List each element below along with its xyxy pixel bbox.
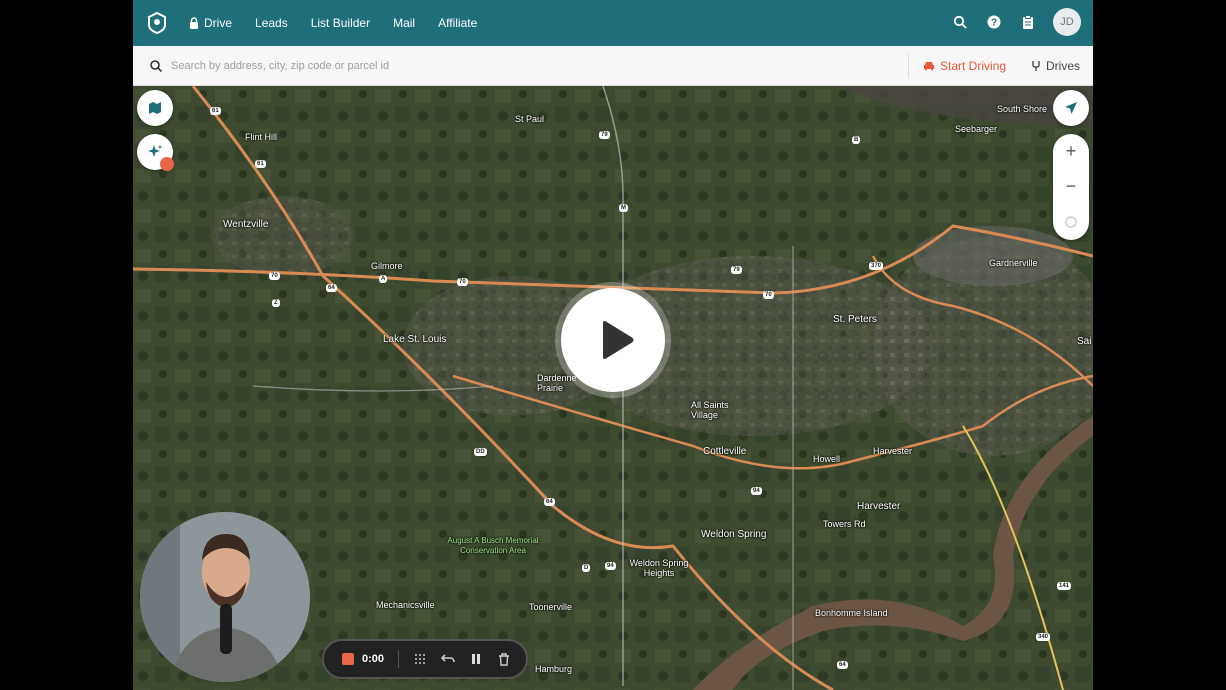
map-label: Towers Rd [823, 519, 866, 529]
zoom-controls: + − [1053, 134, 1089, 240]
nav-item-label: Drive [204, 16, 233, 30]
nav-item-label: Affiliate [438, 16, 478, 30]
trash-icon[interactable] [497, 652, 511, 666]
route-shield: 70 [269, 272, 280, 280]
map-label: Gilmore [371, 261, 403, 271]
map-label: St Paul [515, 114, 545, 124]
map-label: Howell [813, 454, 841, 464]
route-icon [1032, 61, 1040, 71]
undo-icon[interactable] [441, 652, 455, 666]
recording-toolbar: 0:00 [322, 639, 528, 679]
webcam-bubble [140, 512, 310, 682]
navigation-arrow-icon [1065, 102, 1077, 114]
play-video-button[interactable] [561, 288, 665, 392]
locate-me-button[interactable] [1053, 90, 1089, 126]
app-frame: Drive Leads List Builder Mail Affiliate … [133, 0, 1093, 690]
logo-icon[interactable] [145, 11, 169, 35]
map-layers-button[interactable] [137, 90, 173, 126]
route-shield: 64 [544, 498, 555, 506]
top-right-actions: ? JD [951, 8, 1081, 36]
route-shield: 94 [751, 487, 762, 495]
search-bar: Start Driving Drives [133, 46, 1093, 86]
route-shield: 70 [457, 278, 468, 286]
route-shield: 61 [255, 160, 266, 168]
grid-icon[interactable] [413, 652, 427, 666]
route-shield: 340 [1036, 633, 1051, 641]
map-label: All Saints Village [691, 400, 729, 420]
map-label: Gardnerville [989, 258, 1038, 268]
satellite-map[interactable]: + − St Paul South Shore Seebarger Flint … [133, 86, 1093, 690]
route-shield: 94 [605, 562, 616, 570]
help-icon[interactable]: ? [985, 13, 1003, 31]
nav-item-drive[interactable]: Drive [189, 16, 232, 30]
zoom-out-button[interactable]: − [1053, 169, 1089, 204]
nav-item-leads[interactable]: Leads [255, 16, 288, 30]
route-shield: 79 [599, 131, 610, 139]
search-icon[interactable] [951, 13, 969, 31]
map-label: Harvester [857, 501, 901, 512]
zoom-in-button[interactable]: + [1053, 134, 1089, 169]
car-icon [924, 62, 934, 71]
map-icon [149, 102, 161, 114]
divider [398, 650, 400, 668]
route-shield: 64 [326, 284, 337, 292]
locked-badge-icon [160, 157, 174, 171]
top-nav-bar: Drive Leads List Builder Mail Affiliate … [133, 0, 1093, 46]
recording-timer: 0:00 [362, 653, 385, 665]
sparkle-icon [148, 145, 162, 157]
play-icon [603, 321, 634, 359]
map-label: Flint Hill [245, 132, 278, 142]
map-label: Hamburg [535, 664, 573, 674]
map-label: Cottleville [703, 446, 747, 457]
presenter-video [140, 512, 310, 682]
map-label: August A Busch Memorial Conservation Are… [447, 536, 539, 555]
nav-item-label: Mail [393, 16, 416, 30]
route-shield: Z [272, 299, 280, 307]
map-label: Sai [1077, 336, 1092, 347]
compass-button[interactable] [1053, 204, 1089, 239]
start-driving-button[interactable]: Start Driving [923, 59, 1006, 73]
map-label: Mechanicsville [376, 600, 435, 610]
route-shield: DD [474, 448, 487, 456]
route-shield: B [852, 136, 861, 144]
map-label: St. Peters [833, 314, 877, 325]
map-label: Bonhomme Island [815, 608, 888, 618]
nav-item-list-builder[interactable]: List Builder [311, 16, 370, 30]
lock-icon [190, 17, 198, 29]
nav-item-mail[interactable]: Mail [393, 16, 415, 30]
nav-item-label: List Builder [310, 16, 371, 30]
route-shield: D [582, 564, 591, 572]
route-shield: A [379, 275, 388, 283]
map-label: Toonerville [529, 602, 573, 612]
pause-icon[interactable] [469, 652, 483, 666]
map-label: Harvester [873, 446, 913, 456]
avatar[interactable]: JD [1053, 8, 1081, 36]
stop-recording-button[interactable] [342, 653, 354, 665]
divider [908, 54, 909, 78]
route-shield: M [619, 204, 628, 212]
map-label: Weldon Spring Heights [629, 558, 689, 578]
nav-item-label: Leads [255, 16, 288, 30]
drives-label: Drives [1046, 59, 1081, 73]
map-label: South Shore [997, 104, 1048, 114]
map-label: Lake St. Louis [383, 334, 447, 345]
route-shield: 141 [1057, 582, 1072, 590]
route-shield: 370 [869, 262, 884, 270]
route-shield: 70 [763, 291, 774, 299]
compass-icon [1065, 215, 1077, 228]
map-label: Seebarger [955, 124, 998, 134]
search-icon [150, 59, 163, 72]
drives-button[interactable]: Drives [1031, 59, 1080, 73]
route-shield: 61 [210, 107, 221, 115]
map-label: Wentzville [223, 219, 269, 230]
route-shield: 79 [731, 266, 742, 274]
search-input[interactable] [171, 59, 891, 72]
clipboard-icon[interactable] [1019, 13, 1037, 31]
svg-text:?: ? [991, 18, 997, 29]
route-shield: 64 [837, 661, 848, 669]
start-driving-label: Start Driving [940, 59, 1007, 73]
map-label: Weldon Spring [701, 529, 767, 540]
nav-item-affiliate[interactable]: Affiliate [438, 16, 477, 30]
